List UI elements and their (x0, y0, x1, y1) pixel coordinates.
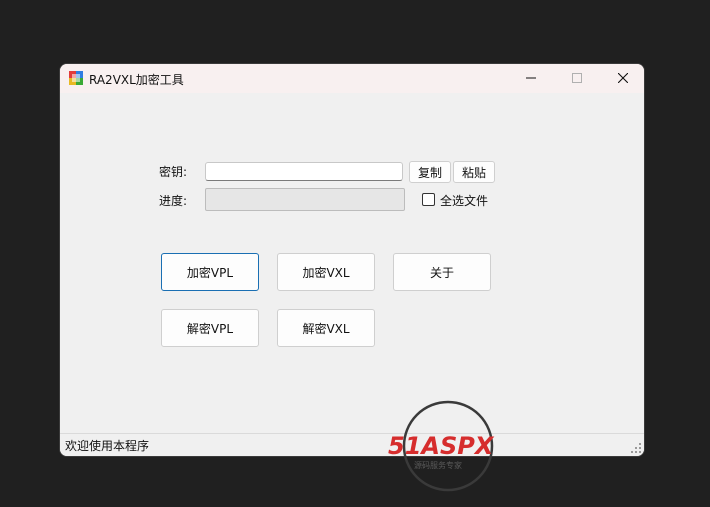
encrypt-vpl-button[interactable]: 加密VPL (161, 253, 259, 291)
app-icon (69, 71, 83, 85)
resize-grip-icon[interactable] (630, 442, 642, 454)
status-bar: 欢迎使用本程序 (60, 433, 644, 456)
about-button[interactable]: 关于 (393, 253, 491, 291)
checkbox-box[interactable] (422, 193, 435, 206)
paste-button[interactable]: 粘贴 (453, 161, 495, 183)
window-title: RA2VXL加密工具 (89, 73, 184, 87)
watermark-logo: 51ASPX 源码服务专家 (388, 400, 495, 492)
maximize-button (554, 64, 600, 93)
select-all-label[interactable]: 全选文件 (440, 192, 488, 209)
decrypt-vxl-button[interactable]: 解密VXL (277, 309, 375, 347)
key-label: 密钥: (159, 165, 188, 179)
minimize-button[interactable] (508, 64, 554, 93)
copy-button[interactable]: 复制 (409, 161, 451, 183)
close-button[interactable] (600, 64, 644, 93)
watermark-brand: 51ASPX (388, 432, 495, 460)
watermark-sub: 源码服务专家 (414, 460, 462, 470)
close-icon (618, 73, 628, 83)
minimize-icon (526, 77, 536, 79)
progress-bar (205, 188, 405, 211)
key-input[interactable] (205, 162, 403, 181)
decrypt-vpl-button[interactable]: 解密VPL (161, 309, 259, 347)
progress-label: 进度: (159, 194, 188, 208)
app-window: RA2VXL加密工具 密钥: 复制 粘贴 进度: 全选文件 加密VPL 加密VX… (60, 64, 644, 456)
title-bar[interactable]: RA2VXL加密工具 (60, 64, 644, 93)
maximize-icon (572, 73, 582, 83)
status-text: 欢迎使用本程序 (65, 439, 150, 453)
encrypt-vxl-button[interactable]: 加密VXL (277, 253, 375, 291)
